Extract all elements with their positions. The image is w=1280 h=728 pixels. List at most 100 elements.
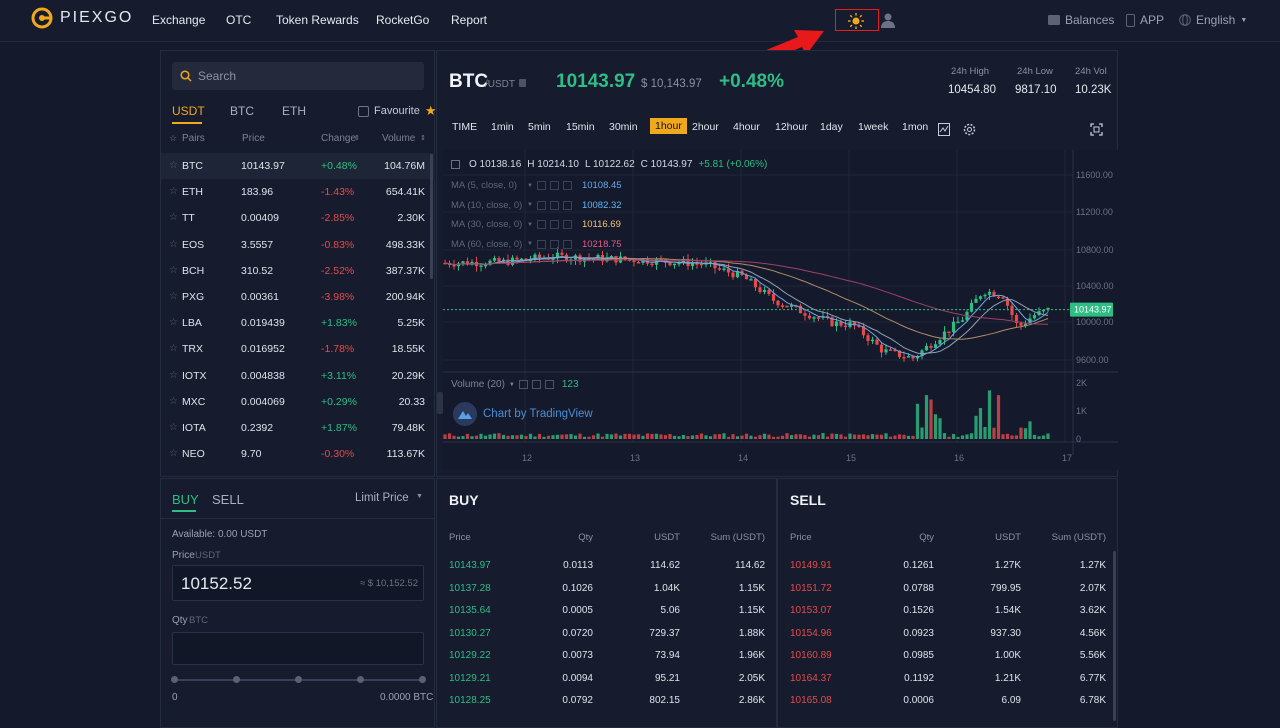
- header-price[interactable]: Price: [242, 133, 265, 144]
- volume-bar: [803, 435, 807, 439]
- candle-body: [510, 257, 515, 265]
- nav-rocketgo[interactable]: RocketGo: [376, 13, 429, 27]
- header-volume[interactable]: Volume: [382, 133, 415, 144]
- favourite-checkbox[interactable]: [358, 105, 369, 117]
- order-price[interactable]: 10151.72: [790, 583, 832, 594]
- timeframe-12hour[interactable]: 12hour: [775, 121, 808, 133]
- order-price[interactable]: 10154.96: [790, 628, 832, 639]
- ma-legend-row[interactable]: MA (5, close, 0) ▼ 10108.45: [451, 180, 622, 191]
- fullscreen-icon[interactable]: [1090, 123, 1103, 136]
- order-price[interactable]: 10153.07: [790, 605, 832, 616]
- market-row-iotx[interactable]: ☆ IOTX 0.004838 +3.11% 20.29K: [161, 363, 435, 389]
- timeframe-5min[interactable]: 5min: [528, 121, 551, 133]
- side-collapse-handle[interactable]: [437, 392, 443, 414]
- logo[interactable]: PIEXGO: [30, 3, 133, 33]
- timeframe-1hour[interactable]: 1hour: [650, 118, 687, 134]
- timeframe-time[interactable]: TIME: [452, 121, 477, 133]
- timeframe-1week[interactable]: 1week: [858, 121, 888, 133]
- nav-exchange[interactable]: Exchange: [152, 13, 205, 27]
- nav-report[interactable]: Report: [451, 13, 487, 27]
- collapse-icon[interactable]: [451, 160, 460, 169]
- market-row-mxc[interactable]: ☆ MXC 0.004069 +0.29% 20.33: [161, 389, 435, 415]
- balances-link[interactable]: Balances: [1048, 13, 1114, 27]
- pair-volume: 498.33K: [385, 238, 425, 251]
- market-row-lba[interactable]: ☆ LBA 0.019439 +1.83% 5.25K: [161, 310, 435, 336]
- star-icon[interactable]: ☆: [169, 343, 178, 354]
- settings-gear-icon[interactable]: [963, 123, 976, 136]
- star-icon[interactable]: ☆: [169, 448, 178, 459]
- price-input[interactable]: 10152.52 ≈ $ 10,152.52: [172, 565, 424, 601]
- star-icon[interactable]: ☆: [169, 212, 178, 223]
- ma-legend-row[interactable]: MA (10, close, 0) ▼ 10082.32: [451, 200, 622, 211]
- slider-step-dot[interactable]: [357, 676, 364, 683]
- language-select[interactable]: English ▼: [1179, 13, 1247, 27]
- tab-usdt[interactable]: USDT: [172, 104, 205, 118]
- order-price[interactable]: 10137.28: [449, 583, 491, 594]
- buy-tab[interactable]: BUY: [172, 492, 199, 507]
- timeframe-1mon[interactable]: 1mon: [902, 121, 928, 133]
- volume-bar: [902, 434, 906, 439]
- order-price[interactable]: 10160.89: [790, 650, 832, 661]
- market-row-eos[interactable]: ☆ EOS 3.5557 -0.83% 498.33K: [161, 232, 435, 258]
- indicator-icon[interactable]: [938, 123, 950, 136]
- qty-input[interactable]: [172, 632, 424, 665]
- star-icon[interactable]: ☆: [169, 370, 178, 381]
- timeframe-15min[interactable]: 15min: [566, 121, 595, 133]
- tab-eth[interactable]: ETH: [282, 104, 306, 118]
- order-price[interactable]: 10165.08: [790, 695, 832, 706]
- tradingview-watermark[interactable]: Chart by TradingView: [453, 402, 593, 426]
- app-link[interactable]: APP: [1126, 13, 1164, 27]
- star-icon[interactable]: ☆: [169, 291, 178, 302]
- ma-legend-row[interactable]: MA (60, close, 0) ▼ 10218.75: [451, 239, 622, 250]
- slider-step-dot[interactable]: [419, 676, 426, 683]
- market-row-btc[interactable]: ☆ BTC 10143.97 +0.48% 104.76M: [161, 153, 435, 179]
- star-icon[interactable]: ☆: [169, 422, 178, 433]
- market-row-neo[interactable]: ☆ NEO 9.70 -0.30% 113.67K: [161, 441, 435, 467]
- slider-step-dot[interactable]: [233, 676, 240, 683]
- star-icon[interactable]: ☆: [169, 317, 178, 328]
- timeframe-4hour[interactable]: 4hour: [733, 121, 760, 133]
- ma-legend-row[interactable]: MA (30, close, 0) ▼ 10116.69: [451, 219, 621, 230]
- order-price[interactable]: 10135.64: [449, 605, 491, 616]
- nav-token-rewards[interactable]: Token Rewards: [276, 13, 359, 27]
- orderbook-header: Qty: [578, 532, 593, 543]
- star-icon[interactable]: ☆: [169, 160, 178, 171]
- market-row-iota[interactable]: ☆ IOTA 0.2392 +1.87% 79.48K: [161, 415, 435, 441]
- order-price[interactable]: 10129.21: [449, 673, 491, 684]
- tab-btc[interactable]: BTC: [230, 104, 254, 118]
- header-change[interactable]: Change: [321, 133, 356, 144]
- copy-icon[interactable]: [519, 79, 526, 87]
- market-row-pxg[interactable]: ☆ PXG 0.00361 -3.98% 200.94K: [161, 284, 435, 310]
- timeframe-1min[interactable]: 1min: [491, 121, 514, 133]
- nav-otc[interactable]: OTC: [226, 13, 251, 27]
- star-icon[interactable]: ☆: [169, 239, 178, 250]
- market-row-trx[interactable]: ☆ TRX 0.016952 -1.78% 18.55K: [161, 336, 435, 362]
- orderbook-scrollbar[interactable]: [1113, 551, 1116, 721]
- order-type-select[interactable]: Limit Price: [355, 492, 409, 504]
- user-icon[interactable]: [881, 12, 895, 28]
- star-icon[interactable]: ☆: [169, 186, 178, 197]
- market-scrollbar[interactable]: [430, 154, 433, 279]
- order-price[interactable]: 10129.22: [449, 650, 491, 661]
- order-price[interactable]: 10164.37: [790, 673, 832, 684]
- favourite-filter[interactable]: Favourite ★: [358, 103, 437, 119]
- timeframe-2hour[interactable]: 2hour: [692, 121, 719, 133]
- market-row-bch[interactable]: ☆ BCH 310.52 -2.52% 387.37K: [161, 258, 435, 284]
- sell-tab[interactable]: SELL: [212, 492, 244, 507]
- star-icon[interactable]: ☆: [169, 396, 178, 407]
- sun-icon[interactable]: [847, 12, 865, 30]
- slider-step-dot[interactable]: [171, 676, 178, 683]
- order-price[interactable]: 10130.27: [449, 628, 491, 639]
- order-price[interactable]: 10143.97: [449, 560, 491, 571]
- market-row-tt[interactable]: ☆ TT 0.00409 -2.85% 2.30K: [161, 205, 435, 231]
- timeframe-1day[interactable]: 1day: [820, 121, 843, 133]
- order-price[interactable]: 10128.25: [449, 695, 491, 706]
- timeframe-30min[interactable]: 30min: [609, 121, 638, 133]
- slider-step-dot[interactable]: [295, 676, 302, 683]
- order-price[interactable]: 10149.91: [790, 560, 832, 571]
- market-row-eth[interactable]: ☆ ETH 183.96 -1.43% 654.41K: [161, 179, 435, 205]
- header-pairs[interactable]: Pairs: [182, 133, 205, 144]
- volume-bar: [987, 390, 992, 439]
- star-icon[interactable]: ☆: [169, 265, 178, 276]
- search-input[interactable]: Search: [172, 62, 424, 90]
